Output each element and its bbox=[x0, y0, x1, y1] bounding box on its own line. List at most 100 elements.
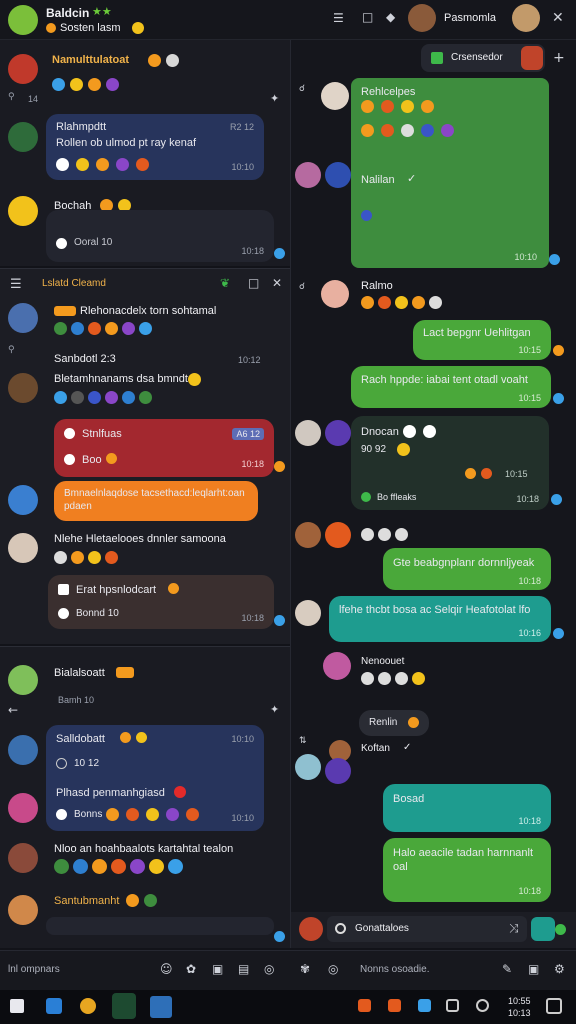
leaf-icon[interactable]: ❦ bbox=[220, 276, 230, 290]
start-icon[interactable] bbox=[10, 999, 24, 1013]
timestamp: 10:10 bbox=[231, 813, 254, 823]
avatar[interactable] bbox=[325, 522, 351, 548]
timestamp: 10:10 bbox=[231, 734, 254, 744]
message-bubble[interactable]: Bosad 10:18 bbox=[383, 784, 551, 832]
avatar[interactable] bbox=[321, 280, 349, 308]
pin-icon[interactable]: ◆ bbox=[386, 10, 395, 24]
avatar[interactable] bbox=[295, 522, 321, 548]
message-bubble[interactable]: Rach hppde: iabai tent otadl voaht 10:15 bbox=[351, 366, 551, 408]
close-icon[interactable]: ✕ bbox=[272, 276, 282, 290]
avatar[interactable] bbox=[8, 54, 38, 84]
globe-icon[interactable]: ◎ bbox=[328, 962, 338, 976]
message-bubble[interactable]: Dnocan 90 92 10:15 Bo ffleaks 10:18 bbox=[351, 416, 549, 510]
gift-icon[interactable]: ✾ bbox=[300, 962, 310, 976]
chat-name[interactable]: Sanbdotl 2:3 bbox=[54, 353, 116, 365]
avatar[interactable] bbox=[323, 652, 351, 680]
avatar[interactable] bbox=[8, 665, 38, 695]
avatar[interactable] bbox=[299, 917, 323, 941]
composer-input[interactable]: Gonattaloes bbox=[327, 916, 527, 942]
avatar[interactable] bbox=[8, 485, 38, 515]
chrome-icon[interactable] bbox=[80, 998, 96, 1014]
add-icon[interactable]: + bbox=[553, 50, 565, 66]
message-input-right[interactable]: Nonns osoadie. bbox=[360, 964, 430, 975]
message-title: Rehlcelpes bbox=[361, 86, 416, 98]
pen-icon[interactable]: ✎ bbox=[502, 962, 512, 976]
heart-icon bbox=[58, 608, 69, 619]
pin-icon[interactable]: ✦ bbox=[270, 703, 279, 716]
notification-icon[interactable] bbox=[546, 998, 562, 1014]
avatar[interactable] bbox=[512, 4, 540, 32]
image-icon[interactable]: ▣ bbox=[528, 962, 539, 976]
chat-name[interactable]: Bialalsoatt bbox=[54, 667, 105, 679]
image-icon[interactable]: ▤ bbox=[238, 962, 249, 976]
tray-icon[interactable] bbox=[358, 999, 371, 1012]
message-bubble[interactable]: Stnlfuas A6 12 Boo 10:18 bbox=[54, 419, 274, 477]
avatar[interactable] bbox=[325, 758, 351, 784]
pin-icon[interactable]: ✦ bbox=[270, 92, 279, 105]
avatar[interactable] bbox=[8, 122, 38, 152]
chat-name[interactable]: Rlehonacdelx torn sohtamal bbox=[80, 305, 216, 317]
chat-name[interactable]: Santubmanht bbox=[54, 895, 119, 907]
message-bubble[interactable]: lfehe thcbt bosa ac Selqir Heafotolat lf… bbox=[329, 596, 551, 642]
globe-icon[interactable]: ◎ bbox=[264, 962, 274, 976]
settings-icon[interactable]: ⚙ bbox=[554, 962, 565, 976]
avatar[interactable] bbox=[325, 162, 351, 188]
message-bubble[interactable]: Halo aeacile tadan harnnanlt oal 10:18 bbox=[383, 838, 551, 902]
avatar[interactable] bbox=[8, 373, 38, 403]
message-bubble[interactable]: Ooral 10 10:18 bbox=[46, 210, 274, 262]
avatar[interactable] bbox=[8, 735, 38, 765]
avatar[interactable] bbox=[325, 420, 351, 446]
avatar[interactable] bbox=[295, 420, 321, 446]
avatar[interactable] bbox=[408, 4, 436, 32]
window-square-icon[interactable]: □ bbox=[248, 276, 259, 290]
sticker-icon[interactable]: ✿ bbox=[186, 962, 196, 976]
app-icon[interactable] bbox=[150, 996, 172, 1018]
message-bubble[interactable]: Erat hpsnlodcart Bonnd 10 10:18 bbox=[48, 575, 274, 629]
avatar[interactable] bbox=[295, 600, 321, 626]
avatar[interactable] bbox=[295, 754, 321, 780]
avatar[interactable] bbox=[295, 162, 321, 188]
avatar[interactable] bbox=[8, 5, 38, 35]
emoji-icon bbox=[52, 78, 65, 91]
shuffle-icon[interactable]: ⤨ bbox=[509, 921, 519, 936]
avatar[interactable] bbox=[8, 303, 38, 333]
menu-lines-icon[interactable]: ☰ bbox=[333, 11, 344, 25]
message-text: Bmnaelnlaqdose tacsethacd:leqlarht:oanpd… bbox=[64, 488, 245, 512]
pin-icon: ⚲ bbox=[8, 92, 15, 102]
message-bubble[interactable]: Gte beabgnplanr dornnljyeak 10:18 bbox=[383, 548, 551, 590]
avatar[interactable] bbox=[321, 82, 349, 110]
avatar[interactable] bbox=[8, 895, 38, 925]
window-square-icon[interactable]: □ bbox=[362, 10, 373, 24]
tray-icon[interactable] bbox=[446, 999, 459, 1012]
emoji-picker-icon[interactable]: ☺ bbox=[160, 962, 173, 976]
shield-app-icon[interactable] bbox=[112, 993, 136, 1019]
browser-icon[interactable] bbox=[46, 998, 62, 1014]
tray-icon[interactable] bbox=[388, 999, 401, 1012]
message-bubble[interactable]: Salldobatt 10:10 10 12 Plhasd penmanhgia… bbox=[46, 725, 264, 831]
tray-icon[interactable] bbox=[418, 999, 431, 1012]
tray-icon[interactable] bbox=[476, 999, 489, 1012]
chat-name[interactable]: Bletamhnanams dsa bmndt bbox=[54, 373, 188, 385]
chat-name[interactable]: Namulttulatoat bbox=[52, 54, 129, 66]
menu-icon[interactable]: ☰ bbox=[10, 277, 22, 292]
attach-icon[interactable]: ▣ bbox=[212, 962, 223, 976]
timestamp: 10:10 bbox=[231, 162, 254, 172]
message-input-left[interactable]: lnl ompnars bbox=[8, 964, 60, 975]
message-bubble[interactable]: Rehlcelpes Nalilan ✓ 10:10 bbox=[351, 78, 549, 268]
tag-badge bbox=[54, 306, 76, 316]
send-button[interactable] bbox=[531, 917, 555, 941]
emoji-icon bbox=[132, 22, 144, 34]
avatar[interactable] bbox=[8, 196, 38, 226]
chat-name[interactable]: Nloo an hoahbaalots kartahtal tealon bbox=[54, 843, 233, 855]
message-bubble[interactable]: Renlin bbox=[359, 710, 429, 736]
message-bubble[interactable]: Lact bepgnr Uehlitgan 10:15 bbox=[413, 320, 551, 360]
message-bubble[interactable]: Rlahmpdtt R2 12 Rollen ob ulmod pt ray k… bbox=[46, 114, 264, 180]
alert-button[interactable] bbox=[521, 46, 543, 70]
message-bubble[interactable]: Bmnaelnlaqdose tacsethacd:leqlarht:oanpd… bbox=[54, 481, 258, 521]
avatar[interactable] bbox=[8, 533, 38, 563]
avatar[interactable] bbox=[8, 793, 38, 823]
avatar[interactable] bbox=[8, 843, 38, 873]
chat-name[interactable]: Nlehe Hletaelooes dnnler samoona bbox=[54, 533, 226, 545]
close-icon[interactable]: ✕ bbox=[552, 10, 564, 26]
back-arrow-icon[interactable]: ← bbox=[8, 703, 18, 717]
